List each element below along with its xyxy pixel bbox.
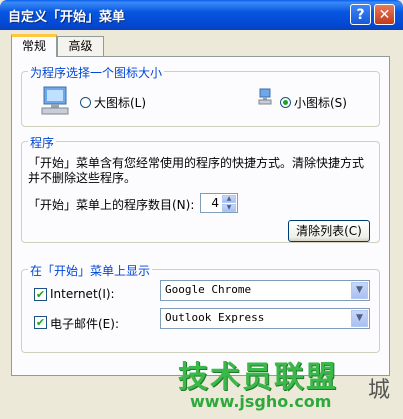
watermark-suffix: 城 [368,378,391,403]
program-count-value[interactable]: 4 [211,196,219,210]
program-count-label: 「开始」菜单上的程序数目(N): [28,198,195,212]
internet-label: Internet(I): [50,287,115,301]
small-icons-label[interactable]: 小图标(S) [294,94,347,111]
large-icons-label[interactable]: 大图标(L) [94,94,146,111]
program-count-spinner[interactable]: 4 ▲ ▼ [200,193,238,213]
email-label: 电子邮件(E): [50,317,119,331]
clear-list-button[interactable]: 清除列表(C) [288,220,370,242]
watermark-logo: 技术员联盟 [178,360,338,395]
small-icons-icon [258,88,272,105]
tab-advanced[interactable]: 高级 [57,36,104,56]
internet-browser-select[interactable]: Google Chrome ▼ [160,280,370,301]
chevron-down-icon[interactable]: ▼ [351,282,368,299]
large-icons-radio[interactable] [80,97,91,108]
watermark-url: www.jsgho.com [190,392,332,411]
spin-down-icon[interactable]: ▼ [222,204,236,212]
programs-group-label: 程序 [28,134,57,151]
help-button[interactable]: ? [350,4,371,25]
internet-checkbox[interactable]: ✔ [34,288,47,301]
customize-start-menu-dialog: 自定义「开始」菜单 ? ✕ 常规 高级 为程序选择一个图标大小 大图标(L) 小… [0,0,403,419]
window-title: 自定义「开始」菜单 [8,10,126,25]
email-client-select[interactable]: Outlook Express ▼ [160,308,370,329]
large-icons-icon [41,86,69,115]
show-group-label: 在「开始」菜单上显示 [28,262,153,279]
title-bar[interactable]: 自定义「开始」菜单 ? ✕ [0,0,403,30]
icon-size-group-label: 为程序选择一个图标大小 [28,64,165,81]
programs-description-line2: 并不删除这些程序。 [28,171,137,185]
close-button[interactable]: ✕ [374,4,395,25]
email-client-value: Outlook Express [165,311,265,324]
spin-up-icon[interactable]: ▲ [222,195,236,203]
chevron-down-icon[interactable]: ▼ [351,310,368,327]
internet-browser-value: Google Chrome [165,283,252,296]
icon-size-group: 为程序选择一个图标大小 大图标(L) 小图标(S) [21,64,380,127]
small-icons-radio[interactable] [280,97,291,108]
programs-group: 程序 「开始」菜单含有您经常使用的程序的快捷方式。清除快捷方式 并不删除这些程序… [21,134,380,243]
email-checkbox[interactable]: ✔ [34,316,47,329]
tab-general[interactable]: 常规 [11,34,57,57]
